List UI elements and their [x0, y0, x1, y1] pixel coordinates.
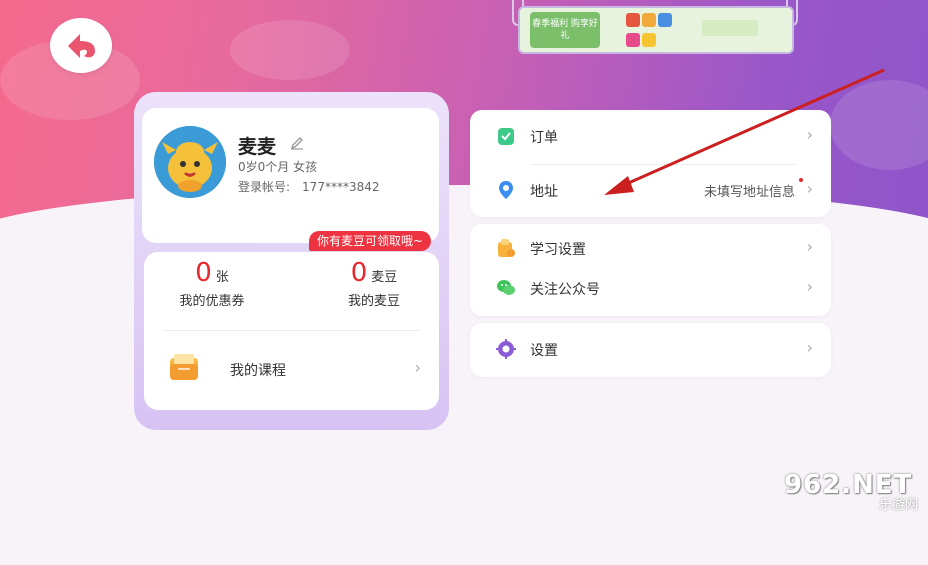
beans-stat[interactable]: 0 麦豆 我的麦豆 [314, 258, 434, 309]
menu-item-follow-account[interactable]: 关注公众号 › [470, 264, 831, 314]
profile-card[interactable]: 麦麦 0岁0个月 女孩 登录帐号: 177****3842 [142, 108, 439, 243]
beans-notice-badge[interactable]: 你有麦豆可领取哦~ [309, 231, 432, 251]
banner-app-icons [608, 11, 698, 49]
chevron-right-icon: › [806, 237, 813, 256]
cloud-decoration [230, 20, 350, 80]
order-label: 订单 [530, 130, 558, 146]
edit-icon[interactable] [290, 136, 304, 150]
divider [530, 164, 797, 165]
address-label: 地址 [530, 184, 558, 200]
back-arrow-icon [68, 34, 95, 58]
chevron-right-icon: › [806, 277, 813, 296]
menu-item-settings[interactable]: 设置 › [470, 325, 831, 375]
settings-label: 设置 [530, 343, 558, 359]
gear-icon [496, 339, 516, 359]
settings-card: 设置 › [470, 323, 831, 377]
location-pin-icon [499, 181, 513, 199]
banner-decoration [702, 20, 758, 36]
wechat-icon [497, 280, 515, 295]
chevron-right-icon: › [806, 125, 813, 144]
account-info: 登录帐号: 177****3842 [238, 178, 380, 195]
promo-banner[interactable]: 春季福利 购享好礼 [518, 6, 794, 54]
order-clipboard-icon [498, 128, 514, 145]
user-name: 麦麦 [238, 136, 277, 158]
beans-count: 0 [350, 258, 368, 288]
address-value: 未填写地址信息 [703, 185, 795, 200]
study-follow-card: 学习设置 › 关注公众号 › [470, 224, 831, 316]
beans-label: 我的麦豆 [347, 294, 400, 309]
study-settings-label: 学习设置 [530, 242, 586, 258]
course-folder-icon [170, 354, 198, 380]
coupons-stat[interactable]: 0张 我的优惠券 [152, 258, 272, 309]
coupons-unit: 张 [215, 270, 229, 285]
unread-dot [799, 178, 803, 182]
coupons-label: 我的优惠券 [179, 294, 245, 309]
mascot-avatar-icon [154, 126, 226, 198]
account-value: 177****3842 [302, 180, 380, 194]
avatar[interactable] [154, 126, 226, 198]
menu-item-address[interactable]: 地址 未填写地址信息 › [470, 166, 831, 216]
account-label: 登录帐号: [238, 180, 291, 194]
follow-account-label: 关注公众号 [530, 282, 600, 298]
banner-tag: 春季福利 购享好礼 [530, 12, 600, 48]
beans-unit: 麦豆 [371, 270, 398, 285]
chevron-right-icon: › [414, 358, 421, 377]
divider [162, 330, 420, 331]
back-button[interactable] [50, 18, 112, 73]
chevron-right-icon: › [806, 338, 813, 357]
menu-item-order[interactable]: 订单 › [470, 112, 831, 162]
chevron-right-icon: › [806, 179, 813, 198]
stats-card: 0张 我的优惠券 0 麦豆 我的麦豆 我的课程 › [144, 252, 439, 410]
coupons-count: 0 [195, 258, 212, 288]
order-address-card: 订单 › 地址 未填写地址信息 › [470, 110, 831, 217]
age-gender: 0岁0个月 女孩 [238, 160, 318, 174]
my-courses-row[interactable]: 我的课程 › [144, 338, 439, 398]
study-settings-icon [498, 239, 515, 257]
my-courses-label: 我的课程 [230, 363, 286, 379]
site-watermark: 962.NET 乐游网 [784, 470, 924, 518]
